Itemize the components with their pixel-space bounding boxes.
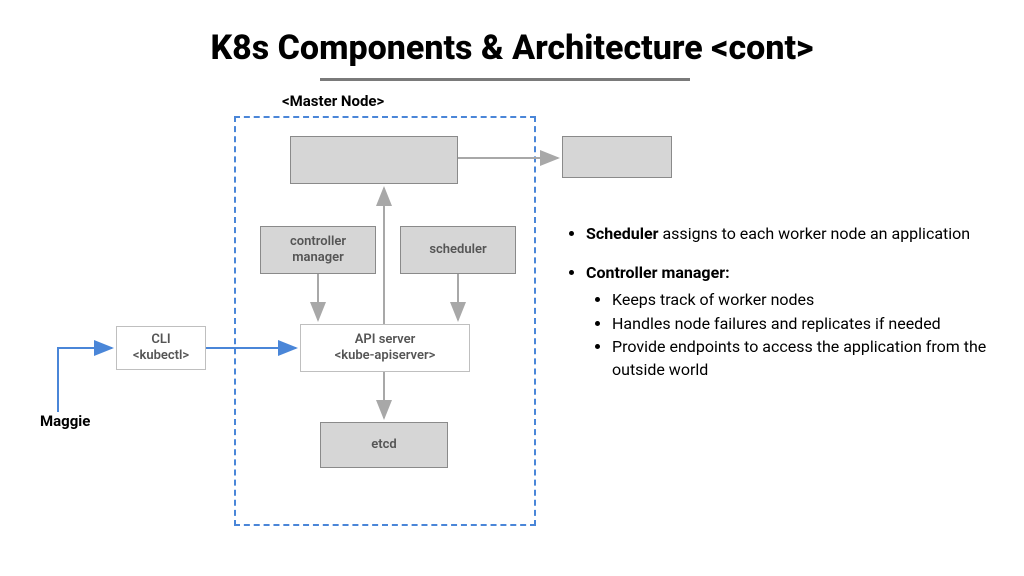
title-underline <box>320 78 690 81</box>
controller-manager-box: controller manager <box>260 226 376 274</box>
cm-item: Provide endpoints to access the applicat… <box>612 335 1004 381</box>
external-component-box <box>562 136 672 178</box>
cm-item: Handles node failures and replicates if … <box>612 312 1004 335</box>
scheduler-bold: Scheduler <box>586 224 659 243</box>
scheduler-text: assigns to each worker node an applicati… <box>659 224 971 243</box>
cm-item: Keeps track of worker nodes <box>612 288 1004 311</box>
slide-title: K8s Components & Architecture <cont> <box>0 28 1024 68</box>
cm-bold: Controller manager: <box>586 263 730 282</box>
user-maggie-label: Maggie <box>40 412 90 430</box>
master-node-label: <Master Node> <box>282 92 384 110</box>
bullet-controller-manager: Controller manager: Keeps track of worke… <box>586 261 1004 381</box>
scheduler-box: scheduler <box>400 226 516 274</box>
cli-kubectl-box: CLI <kubectl> <box>116 326 206 370</box>
unnamed-component-box <box>290 136 458 184</box>
api-server-box: API server <kube-apiserver> <box>300 324 470 372</box>
description-bullets: Scheduler assigns to each worker node an… <box>564 222 1004 397</box>
bullet-scheduler: Scheduler assigns to each worker node an… <box>586 222 1004 245</box>
etcd-box: etcd <box>320 422 448 468</box>
